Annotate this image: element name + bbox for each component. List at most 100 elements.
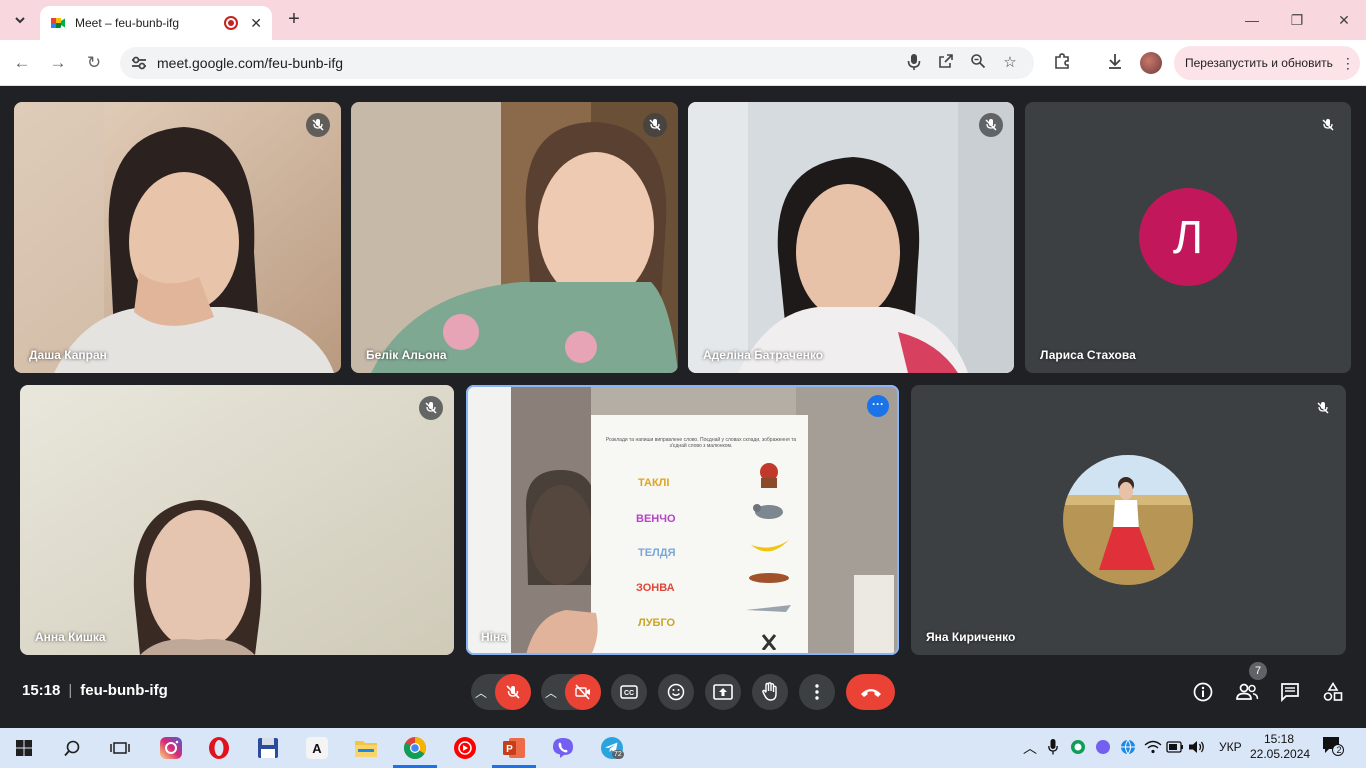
participant-name: Даша Капран <box>29 348 107 362</box>
powerpoint-icon[interactable]: P <box>492 734 536 768</box>
new-tab-button[interactable]: + <box>283 8 305 30</box>
restore-window-button[interactable]: ❐ <box>1285 8 1309 32</box>
url-text: meet.google.com/feu-bunb-ifg <box>157 55 343 71</box>
microphone-tray-icon[interactable] <box>1042 736 1064 758</box>
open-external-icon[interactable] <box>936 53 956 73</box>
participant-name: Ніна <box>481 630 507 644</box>
file-explorer-icon[interactable] <box>352 734 380 762</box>
notification-center-button[interactable]: 2 <box>1322 736 1348 760</box>
muted-mic-icon <box>306 113 330 137</box>
windows-start-icon[interactable] <box>10 734 38 762</box>
more-options-icon[interactable]: ··· <box>867 395 889 417</box>
mic-options-caret-icon[interactable]: ︿ <box>471 684 491 701</box>
camera-off-button[interactable] <box>565 674 601 710</box>
chat-button[interactable] <box>1277 679 1303 705</box>
raise-hand-button[interactable] <box>752 674 788 710</box>
meeting-details-button[interactable] <box>1190 679 1216 705</box>
captions-icon: CC <box>620 685 638 699</box>
svg-text:A: A <box>312 741 322 756</box>
more-options-button[interactable] <box>799 674 835 710</box>
captions-button[interactable]: CC <box>611 674 647 710</box>
reload-icon[interactable]: ↻ <box>83 52 105 74</box>
profile-avatar[interactable] <box>1140 52 1162 74</box>
present-screen-icon <box>713 684 733 700</box>
participant-video <box>466 385 899 655</box>
participant-tile[interactable]: Яна Кириченко <box>911 385 1346 655</box>
meeting-code: feu-bunb-ifg <box>80 682 168 699</box>
recording-icon <box>224 16 239 30</box>
camera-options-caret-icon[interactable]: ︿ <box>541 684 561 701</box>
more-vert-icon[interactable]: ⋮ <box>1341 55 1355 72</box>
task-view-icon[interactable] <box>106 734 134 762</box>
mic-off-button[interactable] <box>495 674 531 710</box>
muted-mic-icon <box>979 113 1003 137</box>
wifi-icon[interactable] <box>1142 736 1164 758</box>
microphone-icon[interactable] <box>904 53 924 73</box>
participant-name: Яна Кириченко <box>926 630 1016 644</box>
people-icon <box>1236 683 1259 700</box>
relaunch-update-button[interactable]: Перезапустить и обновить ⋮ <box>1174 46 1360 80</box>
telegram-icon[interactable]: 72 <box>598 734 626 762</box>
app-tray-icon[interactable] <box>1067 736 1089 758</box>
chat-icon <box>1281 683 1299 702</box>
participant-avatar: Л <box>1139 188 1237 286</box>
network-globe-icon[interactable] <box>1117 736 1139 758</box>
reactions-button[interactable] <box>658 674 694 710</box>
present-screen-button[interactable] <box>705 674 741 710</box>
opera-icon[interactable] <box>205 734 233 762</box>
volume-icon[interactable] <box>1186 736 1208 758</box>
site-settings-icon[interactable] <box>130 54 148 72</box>
minimize-window-button[interactable]: — <box>1240 8 1264 32</box>
camera-off-icon <box>575 684 590 700</box>
participant-tile[interactable]: Белік Альона <box>351 102 678 373</box>
meet-stage: Даша Капран Белік Альона Аделіна Батраче… <box>0 87 1366 727</box>
viber-tray-icon[interactable] <box>1092 736 1114 758</box>
back-arrow-icon[interactable]: ← <box>11 52 33 74</box>
participant-video <box>351 102 678 373</box>
activities-icon <box>1323 682 1343 701</box>
browser-toolbar: ← → ↻ meet.google.com/feu-bunb-ifg ☆ Пер… <box>0 40 1366 86</box>
taskbar-clock[interactable]: 15:18 22.05.2024 <box>1250 732 1310 762</box>
participant-count-badge: 7 <box>1249 662 1267 680</box>
forward-arrow-icon[interactable]: → <box>47 52 69 74</box>
close-tab-icon[interactable]: ✕ <box>250 15 262 32</box>
close-window-button[interactable]: ✕ <box>1332 8 1356 32</box>
participant-tile[interactable]: Л Лариса Стахова <box>1025 102 1351 373</box>
participant-tile[interactable]: Даша Капран <box>14 102 341 373</box>
app-icon-a[interactable]: A <box>303 734 331 762</box>
instagram-icon[interactable] <box>157 734 185 762</box>
tab-search-button[interactable] <box>8 8 32 32</box>
separator: | <box>68 682 73 699</box>
muted-mic-icon <box>419 396 443 420</box>
chevron-up-icon[interactable]: ︿ <box>1023 738 1037 758</box>
language-indicator[interactable]: УКР <box>1219 740 1242 754</box>
worksheet-word: ЛУБГО <box>638 617 676 629</box>
battery-icon[interactable] <box>1164 736 1186 758</box>
save-floppy-icon[interactable] <box>254 734 282 762</box>
extensions-icon[interactable] <box>1051 52 1073 74</box>
participant-name: Белік Альона <box>366 348 447 362</box>
participant-tile[interactable]: Аделіна Батраченко <box>688 102 1014 373</box>
viber-icon[interactable] <box>549 734 577 762</box>
windows-taskbar: A P 72 ︿ УКР 15:18 22.05.2024 2 <box>0 728 1366 768</box>
notification-count: 2 <box>1336 745 1342 755</box>
worksheet-word: ТАКЛІ <box>638 477 670 489</box>
participant-tile[interactable]: Анна Кишка <box>20 385 454 655</box>
chrome-icon[interactable] <box>393 734 437 768</box>
zoom-icon[interactable] <box>968 53 988 73</box>
muted-mic-icon <box>1316 113 1340 137</box>
participant-avatar <box>1063 455 1193 585</box>
address-bar[interactable]: meet.google.com/feu-bunb-ifg ☆ <box>120 47 1034 79</box>
search-icon[interactable] <box>58 734 86 762</box>
youtube-music-icon[interactable] <box>451 734 479 762</box>
activities-button[interactable] <box>1320 679 1346 705</box>
browser-tab-meet[interactable]: Meet – feu-bunb-ifg ✕ <box>40 6 272 40</box>
worksheet-word: ТЕЛДЯ <box>638 547 676 559</box>
bookmark-star-icon[interactable]: ☆ <box>1000 53 1020 73</box>
participant-tile-active[interactable]: Розклади та напиши виправлене слово. Поє… <box>466 385 899 655</box>
leave-call-button[interactable] <box>846 674 895 710</box>
download-icon[interactable] <box>1104 52 1126 74</box>
meeting-time: 15:18 <box>22 682 61 699</box>
people-button[interactable] <box>1234 679 1260 705</box>
participant-video <box>14 102 341 373</box>
